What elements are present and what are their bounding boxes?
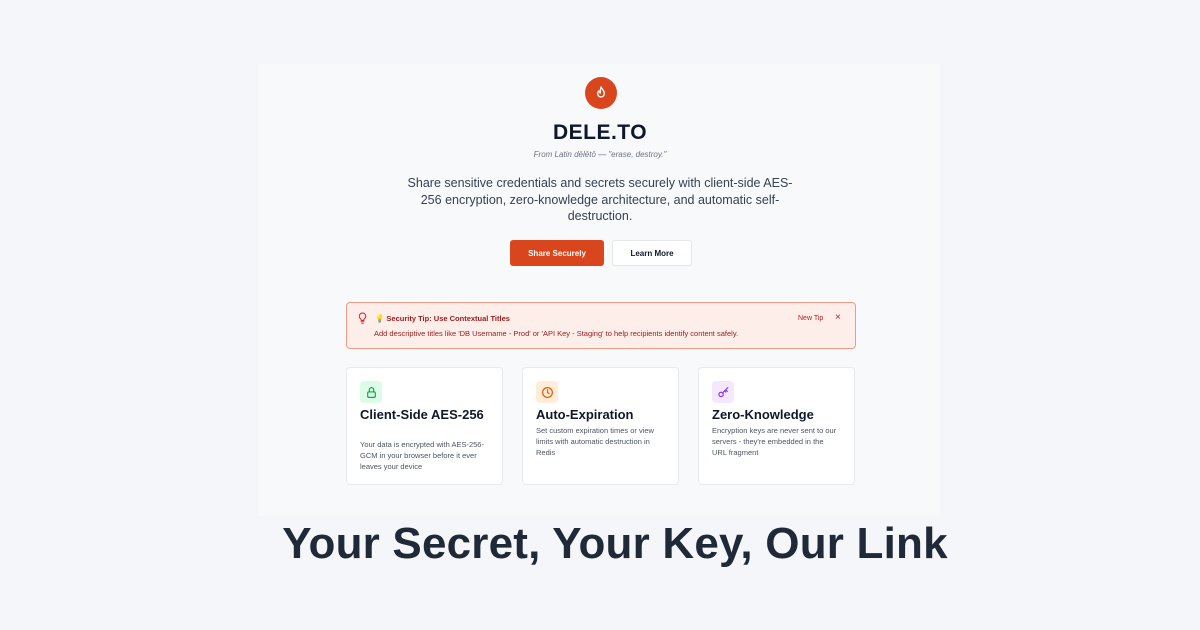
flame-icon <box>597 86 605 98</box>
share-securely-button[interactable]: Share Securely <box>510 240 604 266</box>
security-tip-banner: 💡 Security Tip: Use Contextual Titles Ad… <box>346 302 856 349</box>
lightbulb-icon <box>358 312 367 324</box>
tip-text: Add descriptive titles like 'DB Username… <box>374 329 739 338</box>
feature-text: Set custom expiration times or view limi… <box>536 426 654 457</box>
lock-icon <box>360 381 382 403</box>
feature-card-zero-knowledge: Zero-Knowledge Encryption keys are never… <box>698 367 855 485</box>
brand-logo <box>585 77 617 109</box>
feature-card-expiration: Auto-Expiration Set custom expiration ti… <box>522 367 679 485</box>
brand-tagline: Share sensitive credentials and secrets … <box>407 176 793 223</box>
new-tip-button[interactable]: New Tip <box>798 315 823 322</box>
tip-title: 💡 Security Tip: Use Contextual Titles <box>375 314 510 323</box>
headline: Your Secret, Your Key, Our Link <box>282 519 948 568</box>
learn-more-button[interactable]: Learn More <box>612 240 692 266</box>
feature-card-encryption: Client-Side AES-256 Your data is encrypt… <box>346 367 503 485</box>
feature-text: Encryption keys are never sent to our se… <box>712 426 837 457</box>
feature-text: Your data is encrypted with AES-256-GCM … <box>360 440 484 471</box>
feature-title: Zero-Knowledge <box>712 407 814 422</box>
feature-title: Auto-Expiration <box>536 407 634 422</box>
key-icon <box>712 381 734 403</box>
brand-name: DELE.TO <box>552 121 648 144</box>
close-icon[interactable]: × <box>835 313 841 323</box>
clock-icon <box>536 381 558 403</box>
feature-title: Client-Side AES-256 <box>360 407 484 422</box>
brand-etymology: From Latin dēlētō — "erase, destroy." <box>533 150 667 159</box>
